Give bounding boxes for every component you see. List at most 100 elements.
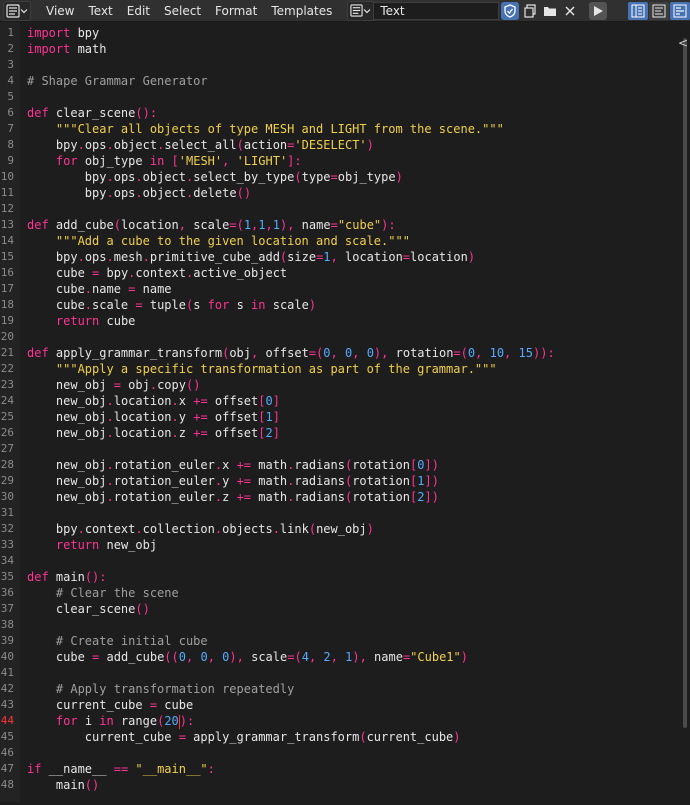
code-line-text: new_obj.rotation_euler.x += math.radians… (27, 458, 439, 472)
code-line[interactable]: 45 current_cube = apply_grammar_transfor… (0, 729, 680, 745)
code-line[interactable]: 7 """Clear all objects of type MESH and … (0, 121, 680, 137)
code-line[interactable]: 14 """Add a cube to the given location a… (0, 233, 680, 249)
code-line[interactable]: 5 (0, 89, 680, 105)
code-line[interactable]: 38 (0, 617, 680, 633)
syntax-highlight-icon (673, 4, 687, 17)
new-document-icon (524, 3, 536, 18)
code-line-text: new_obj.rotation_euler.z += math.radians… (27, 490, 439, 504)
code-line[interactable]: 25 new_obj.location.y += offset[1] (0, 409, 680, 425)
code-line[interactable]: 28 new_obj.rotation_euler.x += math.radi… (0, 457, 680, 473)
code-line[interactable]: 10 bpy.ops.object.select_by_type(type=ob… (0, 169, 680, 185)
line-number: 19 (0, 314, 14, 327)
code-line[interactable]: 26 new_obj.location.z += offset[2] (0, 425, 680, 441)
code-line[interactable]: 18 cube.scale = tuple(s for s in scale) (0, 297, 680, 313)
code-line[interactable]: 12 (0, 201, 680, 217)
text-datablock-name-field[interactable]: Text (374, 1, 500, 20)
menu-templates[interactable]: Templates (264, 0, 339, 22)
code-line[interactable]: 11 bpy.ops.object.delete() (0, 185, 680, 201)
code-line[interactable]: 32 bpy.context.collection.objects.link(n… (0, 521, 680, 537)
code-line[interactable]: 40 cube = add_cube((0, 0, 0), scale=(4, … (0, 649, 680, 665)
code-line[interactable]: 31 (0, 505, 680, 521)
word-wrap-toggle[interactable] (649, 1, 670, 20)
code-line-text: bpy.ops.mesh.primitive_cube_add(size=1, … (27, 250, 476, 264)
chevron-down-icon (20, 8, 28, 13)
line-number: 26 (0, 426, 14, 439)
code-line-text: for obj_type in ['MESH', 'LIGHT']: (55, 154, 302, 168)
code-line[interactable]: 13 def add_cube(location, scale=(1,1,1), … (0, 217, 680, 233)
code-line[interactable]: 47 if __name__ == "__main__": (0, 761, 680, 777)
code-line[interactable]: 16 cube = bpy.context.active_object (0, 265, 680, 281)
code-line[interactable]: 1 import bpy (0, 25, 680, 41)
line-number: 23 (0, 378, 14, 391)
code-editor-area[interactable]: 1 import bpy 2 import math 3 4 # Shape Gramma… (0, 22, 680, 805)
menu-text[interactable]: Text (81, 0, 119, 22)
text-browse-button[interactable] (347, 0, 375, 21)
line-number: 22 (0, 362, 14, 375)
menu-view[interactable]: View (39, 0, 81, 22)
code-line[interactable]: 3 (0, 57, 680, 73)
code-line[interactable]: 29 new_obj.rotation_euler.y += math.radi… (0, 473, 680, 489)
menu-format[interactable]: Format (208, 0, 264, 22)
unlink-text-button[interactable] (561, 2, 579, 20)
code-line-text: # Create initial cube (55, 634, 208, 648)
run-script-button[interactable] (589, 1, 608, 20)
fake-user-button[interactable] (501, 1, 520, 20)
line-number: 18 (0, 298, 14, 311)
new-text-button[interactable] (521, 2, 539, 20)
code-line[interactable]: 33 return new_obj (0, 537, 680, 553)
header-menu-bar: View Text Edit Select Format Templates (39, 0, 339, 22)
menu-edit[interactable]: Edit (120, 0, 157, 22)
code-line[interactable]: 36 # Clear the scene (0, 585, 680, 601)
open-text-button[interactable] (541, 2, 559, 20)
scrollbar-thumb[interactable] (683, 38, 687, 728)
code-line[interactable]: 24 new_obj.location.x += offset[0] (0, 393, 680, 409)
text-datablock-icon (350, 4, 363, 17)
code-line[interactable]: 17 cube.name = name (0, 281, 680, 297)
code-line[interactable]: 22 """Apply a specific transformation as… (0, 361, 680, 377)
menu-select[interactable]: Select (157, 0, 208, 22)
code-line[interactable]: 9 for obj_type in ['MESH', 'LIGHT']: (0, 153, 680, 169)
code-line[interactable]: 44 for i in range(20): (0, 713, 680, 729)
code-line-text: bpy.ops.object.select_all(action='DESELE… (27, 138, 374, 152)
line-number: 41 (0, 666, 14, 679)
line-number: 11 (0, 186, 14, 199)
code-line-text: current_cube = cube (27, 698, 194, 712)
code-line[interactable]: 34 (0, 553, 680, 569)
code-line[interactable]: 48 main() (0, 777, 680, 793)
code-line[interactable]: 4 # Shape Grammar Generator (0, 73, 680, 89)
code-line[interactable]: 15 bpy.ops.mesh.primitive_cube_add(size=… (0, 249, 680, 265)
line-number: 39 (0, 634, 14, 647)
code-line[interactable]: 30 new_obj.rotation_euler.z += math.radi… (0, 489, 680, 505)
code-line-text: return new_obj (55, 538, 158, 552)
code-line[interactable]: 35 def main(): (0, 569, 680, 585)
code-line[interactable]: 39 # Create initial cube (0, 633, 680, 649)
code-line[interactable]: 19 return cube (0, 313, 680, 329)
code-line[interactable]: 37 clear_scene() (0, 601, 680, 617)
code-line[interactable]: 46 (0, 745, 680, 761)
vertical-scrollbar[interactable] (680, 22, 690, 802)
line-number: 10 (0, 170, 14, 183)
code-line[interactable]: 6 def clear_scene(): (0, 105, 680, 121)
line-numbers-toggle[interactable] (628, 1, 649, 20)
code-line[interactable]: 2 import math (0, 41, 680, 57)
code-line[interactable]: 42 # Apply transformation repeatedly (0, 681, 680, 697)
code-line-text: def apply_grammar_transform(obj, offset=… (27, 346, 555, 360)
code-line[interactable]: 20 (0, 329, 680, 345)
syntax-highlight-toggle[interactable] (670, 1, 690, 20)
code-line[interactable]: 8 bpy.ops.object.select_all(action='DESE… (0, 137, 680, 153)
code-line-text: import math (27, 42, 107, 56)
line-number: 2 (7, 42, 14, 55)
line-number: 12 (0, 202, 14, 215)
code-line[interactable]: 21 def apply_grammar_transform(obj, offse… (0, 345, 680, 361)
editor-type-selector[interactable] (3, 0, 31, 21)
code-line[interactable]: 23 new_obj = obj.copy() (0, 377, 680, 393)
code-line-text: clear_scene() (27, 602, 150, 616)
sidebar-toggle-icon[interactable]: < (678, 36, 688, 50)
code-line[interactable]: 43 current_cube = cube (0, 697, 680, 713)
code-line[interactable]: 41 (0, 665, 680, 681)
code-line[interactable]: 27 (0, 441, 680, 457)
line-number: 36 (0, 586, 14, 599)
code-line-text: bpy.context.collection.objects.link(new_… (27, 522, 374, 536)
